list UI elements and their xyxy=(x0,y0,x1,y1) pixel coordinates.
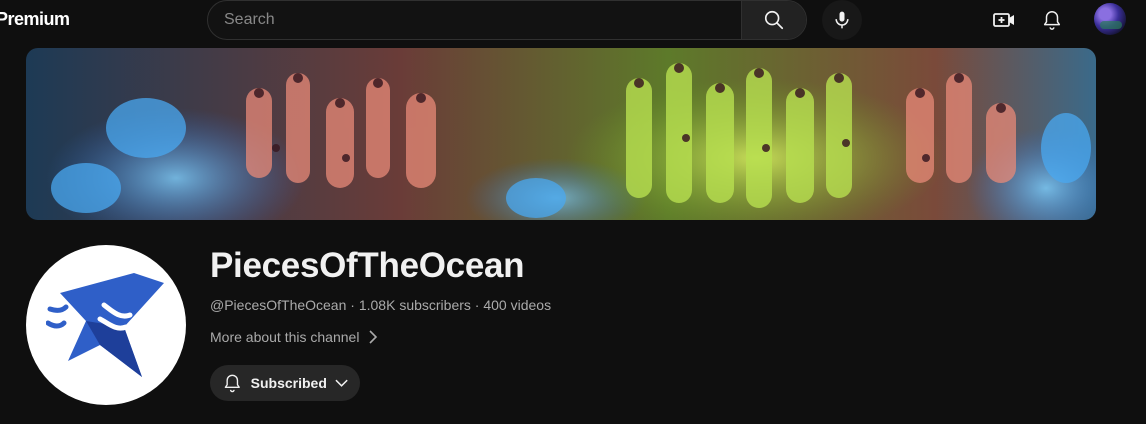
coral-banner-image xyxy=(26,48,1096,220)
subscribed-button[interactable]: Subscribed xyxy=(210,365,360,401)
top-bar: Premium xyxy=(0,0,1146,48)
channel-meta: @PiecesOfTheOcean · 1.08K subscribers · … xyxy=(210,297,551,313)
channel-handle: @PiecesOfTheOcean xyxy=(210,297,347,313)
subscribed-label: Subscribed xyxy=(250,375,327,391)
search-button[interactable] xyxy=(741,1,806,39)
bell-icon xyxy=(1043,11,1061,30)
channel-avatar[interactable] xyxy=(26,245,186,405)
account-avatar[interactable] xyxy=(1094,3,1126,35)
chevron-down-icon xyxy=(335,379,348,387)
more-about-link[interactable]: More about this channel xyxy=(210,329,379,345)
notifications-button[interactable] xyxy=(1032,0,1072,40)
channel-name: PiecesOfTheOcean xyxy=(210,246,525,285)
channel-logo-icon xyxy=(46,273,164,377)
voice-search-button[interactable] xyxy=(822,0,862,40)
chevron-right-icon xyxy=(369,330,378,344)
more-about-label: More about this channel xyxy=(210,329,360,345)
mic-icon xyxy=(835,11,849,29)
video-count: 400 videos xyxy=(483,297,552,313)
channel-banner[interactable] xyxy=(26,48,1096,220)
search-input[interactable] xyxy=(208,1,741,39)
create-icon xyxy=(993,13,1014,27)
meta-separator: · xyxy=(350,297,355,313)
bell-icon xyxy=(224,374,240,393)
search-icon xyxy=(764,10,784,30)
create-button[interactable] xyxy=(984,0,1024,40)
brand-logo-text[interactable]: Premium xyxy=(0,9,70,30)
meta-separator: · xyxy=(474,297,480,313)
subscriber-count: 1.08K subscribers xyxy=(358,297,471,313)
search-box xyxy=(207,0,807,40)
